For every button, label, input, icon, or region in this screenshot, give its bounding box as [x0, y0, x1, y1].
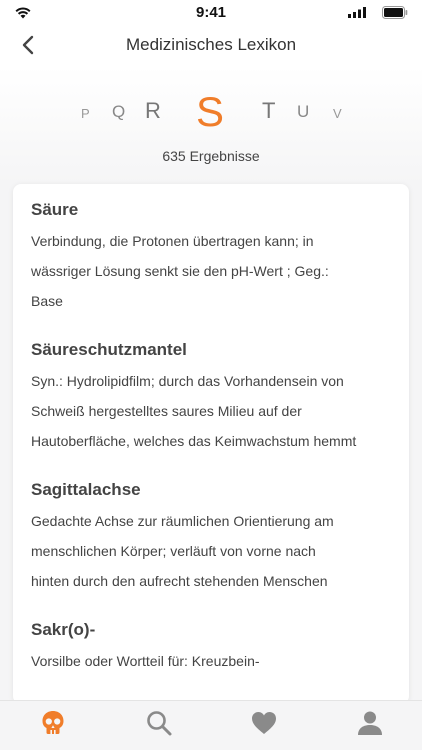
results-count: 635 Ergebnisse	[162, 148, 260, 164]
entry-definition: Verbindung, die Protonen übertragen kann…	[31, 226, 403, 316]
definition-line: Verbindung, die Protonen übertragen kann…	[31, 233, 314, 249]
definition-line: Gedachte Achse zur räumlichen Orientieru…	[31, 513, 334, 529]
entry-definition: Syn.: Hydrolipidfilm; durch das Vorhande…	[31, 366, 403, 456]
letter-s-selected[interactable]: S	[196, 88, 224, 136]
alphabet-picker[interactable]: P Q R S T U V	[0, 88, 422, 144]
entry-title: Sagittalachse	[31, 480, 141, 499]
heart-icon[interactable]	[249, 708, 279, 738]
definition-line: Vorsilbe oder Wortteil für: Kreuzbein-	[31, 653, 260, 669]
entry-saeure[interactable]: Säure Verbindung, die Protonen übertrage…	[31, 198, 403, 316]
letter-p[interactable]: P	[81, 106, 90, 121]
navigation-bar: Medizinisches Lexikon	[0, 26, 422, 66]
user-icon[interactable]	[355, 708, 385, 738]
search-icon[interactable]	[144, 708, 174, 738]
alphabet-header: P Q R S T U V 635 Ergebnisse	[0, 66, 422, 184]
definition-line: Schweiß hergestelltes saures Milieu auf …	[31, 403, 302, 419]
skull-icon[interactable]	[38, 708, 68, 738]
entry-title: Sakr(o)-	[31, 620, 96, 639]
page-title: Medizinisches Lexikon	[125, 35, 297, 54]
letter-q[interactable]: Q	[112, 102, 125, 122]
entry-title: Säure	[31, 200, 79, 219]
definition-line: menschlichen Körper; verläuft von vorne …	[31, 543, 316, 559]
entries-card: Säure Verbindung, die Protonen übertrage…	[13, 184, 409, 704]
status-bar: 9:41	[0, 0, 422, 26]
definition-line: Base	[31, 293, 63, 309]
letter-u[interactable]: U	[297, 102, 309, 122]
entry-definition: Vorsilbe oder Wortteil für: Kreuzbein-	[31, 646, 403, 676]
definition-line: hinten durch den aufrecht stehenden Mens…	[31, 573, 328, 589]
entry-title: Säureschutzmantel	[31, 340, 187, 359]
letter-r[interactable]: R	[145, 98, 161, 124]
tab-bar	[0, 700, 422, 750]
entry-sagittalachse[interactable]: Sagittalachse Gedachte Achse zur räumlic…	[31, 478, 403, 596]
definition-line: Hautoberfläche, welches das Keimwachstum…	[31, 433, 357, 449]
letter-v[interactable]: V	[333, 106, 342, 121]
entry-saeureschutzmantel[interactable]: Säureschutzmantel Syn.: Hydrolipidfilm; …	[31, 338, 403, 456]
letter-t[interactable]: T	[262, 98, 275, 124]
signal-icon	[348, 7, 366, 18]
definition-line: wässriger Lösung senkt sie den pH-Wert ;…	[31, 263, 329, 279]
entry-definition: Gedachte Achse zur räumlichen Orientieru…	[31, 506, 403, 596]
definition-line: Syn.: Hydrolipidfilm; durch das Vorhande…	[31, 373, 344, 389]
entry-sakro[interactable]: Sakr(o)- Vorsilbe oder Wortteil für: Kre…	[31, 618, 403, 676]
battery-icon	[382, 6, 408, 19]
